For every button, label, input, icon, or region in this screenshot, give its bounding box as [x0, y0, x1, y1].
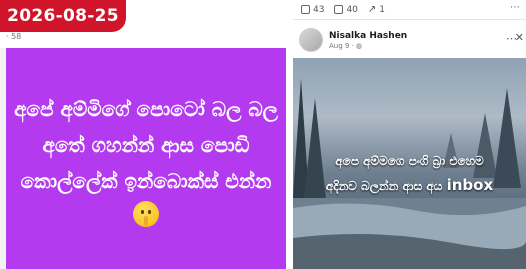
author-name[interactable]: Nisalka Hashen: [329, 31, 407, 41]
post-date[interactable]: Aug 9 · ◍: [329, 42, 407, 50]
comment-icon: [334, 5, 344, 14]
left-post-line-2: අතේ ගහන්න් ආස පොඩි: [42, 132, 250, 157]
image-text-line-1: අපෙ අම්මගෙ පංගි බ්‍රා එහෙම: [335, 154, 484, 168]
like-count[interactable]: 43: [301, 5, 324, 15]
left-post-line-1: අපේ අම්මිගේ පොටෝ බල බල: [14, 96, 278, 121]
post-image[interactable]: අපෙ අම්මගෙ පංගි බ්‍රා එහෙම අදිනව බලන්න ආ…: [293, 58, 526, 269]
share-count[interactable]: ↗ 1: [368, 4, 385, 15]
more-options-icon[interactable]: ⋯: [510, 2, 520, 13]
avatar[interactable]: [299, 28, 323, 52]
image-text-line-2: අදිනව බලන්න ආස අය inbox: [293, 176, 526, 194]
left-post-meta: · 58: [6, 32, 22, 41]
date-badge: 2026-08-25: [0, 0, 126, 32]
image-text-inbox: inbox: [446, 176, 494, 194]
close-icon[interactable]: ✕: [515, 31, 524, 44]
shushing-face-emoji-icon: [133, 200, 159, 227]
like-count-value: 43: [313, 4, 325, 15]
comment-count[interactable]: 40: [334, 4, 358, 15]
globe-icon: ◍: [356, 41, 363, 50]
left-post-line-3: කොල්ලේක් ඉන්බොක්ස් එන්න: [20, 168, 272, 193]
left-post-card: · 58 අපේ අම්මිගේ පොටෝ බල බල අතේ ගහන්න් ආ…: [0, 32, 286, 269]
share-count-value: 1: [379, 4, 386, 15]
comment-count-value: 40: [346, 4, 358, 15]
reactions-bar: 43 40 ↗ 1: [293, 0, 526, 20]
image-text-line-2-sinhala: අදිනව බලන්න ආස අය: [325, 179, 443, 193]
post-date-text: Aug 9 ·: [329, 41, 354, 50]
author-block: Nisalka Hashen Aug 9 · ◍: [329, 31, 407, 50]
right-post-card: 43 40 ↗ 1 ⋯ Nisalka Hashen Aug 9 · ◍ ⋯ ✕: [293, 0, 526, 269]
like-icon: [301, 5, 310, 14]
post-header: Nisalka Hashen Aug 9 · ◍: [299, 27, 407, 53]
share-icon: ↗: [367, 4, 377, 15]
left-post-top-strip: · 58: [0, 32, 286, 48]
left-post-text-panel: අපේ අම්මිගේ පොටෝ බල බල අතේ ගහන්න් ආස පොඩ…: [6, 48, 286, 269]
